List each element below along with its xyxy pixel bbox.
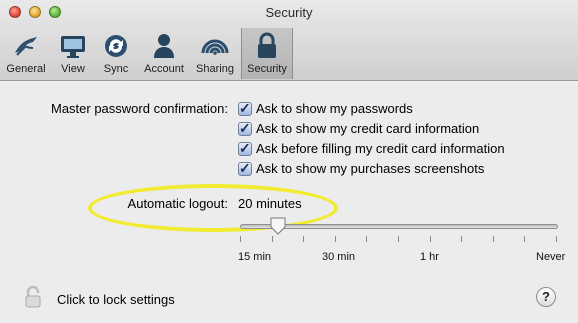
slider-tick — [240, 236, 241, 242]
slider-tick — [493, 236, 494, 242]
option-before-filling-card-label: Ask before filling my credit card inform… — [256, 141, 505, 156]
tab-view[interactable]: View — [53, 28, 93, 79]
monitor-icon — [61, 36, 85, 58]
window-title: Security — [265, 5, 313, 20]
option-show-credit-card-label: Ask to show my credit card information — [256, 121, 480, 136]
slider-tick — [303, 236, 304, 242]
checkmark-icon: ✓ — [239, 100, 251, 116]
automatic-logout-label: Automatic logout: — [127, 196, 228, 211]
tab-account[interactable]: Account — [140, 28, 188, 79]
person-icon — [154, 34, 174, 58]
slider-tick — [524, 236, 525, 242]
slider-tick — [556, 236, 557, 242]
slider-tick — [366, 236, 367, 242]
tab-security[interactable]: Security — [241, 28, 293, 79]
help-button[interactable]: ? — [536, 287, 556, 307]
master-password-label: Master password confirmation: — [50, 101, 228, 116]
tab-sync-label: Sync — [103, 63, 129, 75]
tab-sharing-label: Sharing — [196, 63, 234, 75]
slider-tick-label: 30 min — [322, 251, 356, 263]
tab-sharing[interactable]: Sharing — [192, 28, 238, 79]
checkmark-icon: ✓ — [239, 160, 251, 176]
tab-general-label: General — [6, 63, 46, 75]
slider-tick — [430, 236, 431, 242]
wifi-icon — [201, 39, 229, 55]
automatic-logout-value: 20 minutes — [238, 196, 302, 211]
slider-tick-label: 1 hr — [420, 251, 439, 263]
option-show-passwords-label: Ask to show my passwords — [256, 101, 413, 116]
sync-icon — [105, 35, 127, 57]
slider-tick-label: 15 min — [238, 251, 272, 263]
logout-slider-track[interactable] — [240, 224, 558, 229]
unlocked-padlock-icon[interactable] — [24, 285, 44, 309]
checkmark-icon: ✓ — [239, 140, 251, 156]
tab-general[interactable]: General — [3, 28, 49, 79]
checkbox-show-passwords[interactable]: ✓ — [238, 100, 252, 116]
lock-settings-label[interactable]: Click to lock settings — [57, 292, 175, 307]
title-bar: Security General View Sync Account Shari… — [0, 0, 578, 81]
tab-view-label: View — [61, 63, 85, 75]
slider-tick — [272, 236, 273, 242]
lock-icon — [258, 32, 276, 58]
tab-account-label: Account — [144, 63, 184, 75]
tab-security-label: Security — [247, 63, 287, 75]
checkbox-show-screenshots[interactable]: ✓ — [238, 160, 252, 176]
tab-sync[interactable]: Sync — [96, 28, 136, 79]
logout-slider-thumb[interactable] — [270, 217, 286, 235]
slider-tick — [335, 236, 336, 242]
checkmark-icon: ✓ — [239, 120, 251, 136]
slider-tick — [398, 236, 399, 242]
checkbox-show-credit-card[interactable]: ✓ — [238, 120, 252, 136]
preferences-window: Security General View Sync Account Shari… — [0, 0, 578, 323]
security-pane: Master password confirmation: ✓ Ask to s… — [0, 81, 578, 323]
slider-tick-label: Never — [536, 251, 566, 263]
general-icon — [15, 37, 37, 56]
option-show-screenshots-label: Ask to show my purchases screenshots — [256, 161, 485, 176]
slider-tick — [461, 236, 462, 242]
checkbox-before-filling-card[interactable]: ✓ — [238, 140, 252, 156]
